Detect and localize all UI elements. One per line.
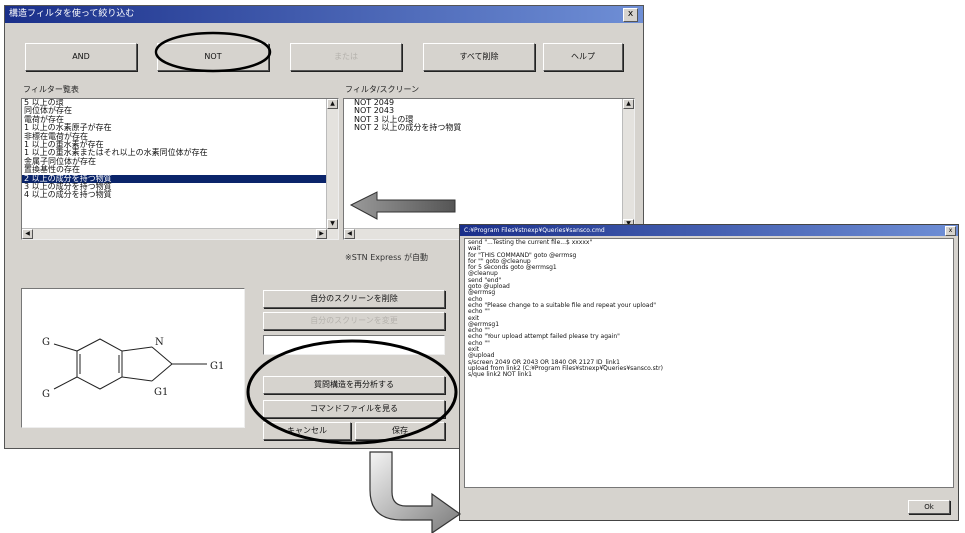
screen-input[interactable] (263, 335, 445, 355)
filter-list-item[interactable]: 同位体が存在 (22, 106, 338, 115)
scroll-down-icon[interactable]: ▼ (327, 219, 338, 229)
help-button[interactable]: ヘルプ (543, 43, 623, 71)
and-button[interactable]: AND (25, 43, 137, 71)
console-title: C:¥Program Files¥stnexp¥Queries¥sansco.c… (464, 227, 605, 234)
scroll-left-icon[interactable]: ◀ (22, 229, 33, 239)
structure-label: G (42, 389, 50, 400)
dialog-title: 構造フィルタを使って絞り込む (9, 9, 135, 19)
hook-arrow-icon (369, 451, 462, 533)
change-own-screen-button[interactable]: 自分のスクリーンを変更 (263, 312, 445, 330)
close-icon[interactable]: x (945, 226, 956, 236)
screen-list-label: フィルタ/スクリーン (345, 85, 420, 94)
auto-note: ※STN Express が自動 (345, 253, 428, 262)
structure-preview: G G N G1 G1 (21, 288, 245, 428)
filter-list-scrollbar[interactable]: ▲ ▼ (326, 99, 338, 239)
scroll-right-icon[interactable]: ▶ (316, 229, 327, 239)
ok-button[interactable]: Ok (908, 500, 950, 514)
close-icon[interactable]: x (623, 8, 638, 22)
structure-drawing: G G N G1 G1 (42, 337, 224, 400)
filter-list[interactable]: 5 以上の環 同位体が存在 電荷が存在 1 以上の水素原子が存在 非標在電荷が存在 1 以… (21, 98, 339, 240)
structure-label: G (42, 337, 50, 348)
filter-list-label: フィルター覧表 (23, 85, 79, 94)
cancel-button[interactable]: キャンセル (263, 422, 351, 440)
structure-label: N (155, 337, 164, 348)
reanalyze-button[interactable]: 質問構造を再分析する (263, 376, 445, 394)
scroll-up-icon[interactable]: ▲ (623, 99, 634, 109)
dialog-title-bar[interactable]: 構造フィルタを使って絞り込む x (5, 6, 643, 23)
structure-label: G1 (210, 361, 224, 372)
console-title-bar[interactable]: C:¥Program Files¥stnexp¥Queries¥sansco.c… (460, 225, 958, 236)
screen-list-scrollbar[interactable]: ▲ ▼ (622, 99, 634, 239)
console-line: s/que link2 NOT link1 (468, 371, 532, 379)
not-button[interactable]: NOT (157, 43, 269, 71)
or-button[interactable]: または (290, 43, 402, 71)
save-button[interactable]: 保存 (355, 422, 445, 440)
delete-all-button[interactable]: すべて削除 (423, 43, 535, 71)
scroll-up-icon[interactable]: ▲ (327, 99, 338, 109)
view-command-file-button[interactable]: コマンドファイルを見る (263, 400, 445, 418)
filter-list-item[interactable]: 4 以上の成分を持つ物質 (22, 191, 338, 200)
command-file-window: C:¥Program Files¥stnexp¥Queries¥sansco.c… (459, 224, 959, 521)
structure-label: G1 (154, 387, 168, 398)
delete-own-screen-button[interactable]: 自分のスクリーンを削除 (263, 290, 445, 308)
screen-list[interactable]: NOT 2049 NOT 2043 NOT 3 以上の環 NOT 2 以上の成分を持つ… (343, 98, 635, 240)
scroll-left-icon[interactable]: ◀ (344, 229, 355, 239)
filter-list-hscrollbar[interactable]: ◀ ▶ (22, 228, 327, 239)
screen-list-item[interactable]: NOT 2 以上の成分を持つ物質 (344, 123, 634, 132)
command-file-text[interactable]: send "...Testing the current file...$ xx… (464, 238, 954, 488)
